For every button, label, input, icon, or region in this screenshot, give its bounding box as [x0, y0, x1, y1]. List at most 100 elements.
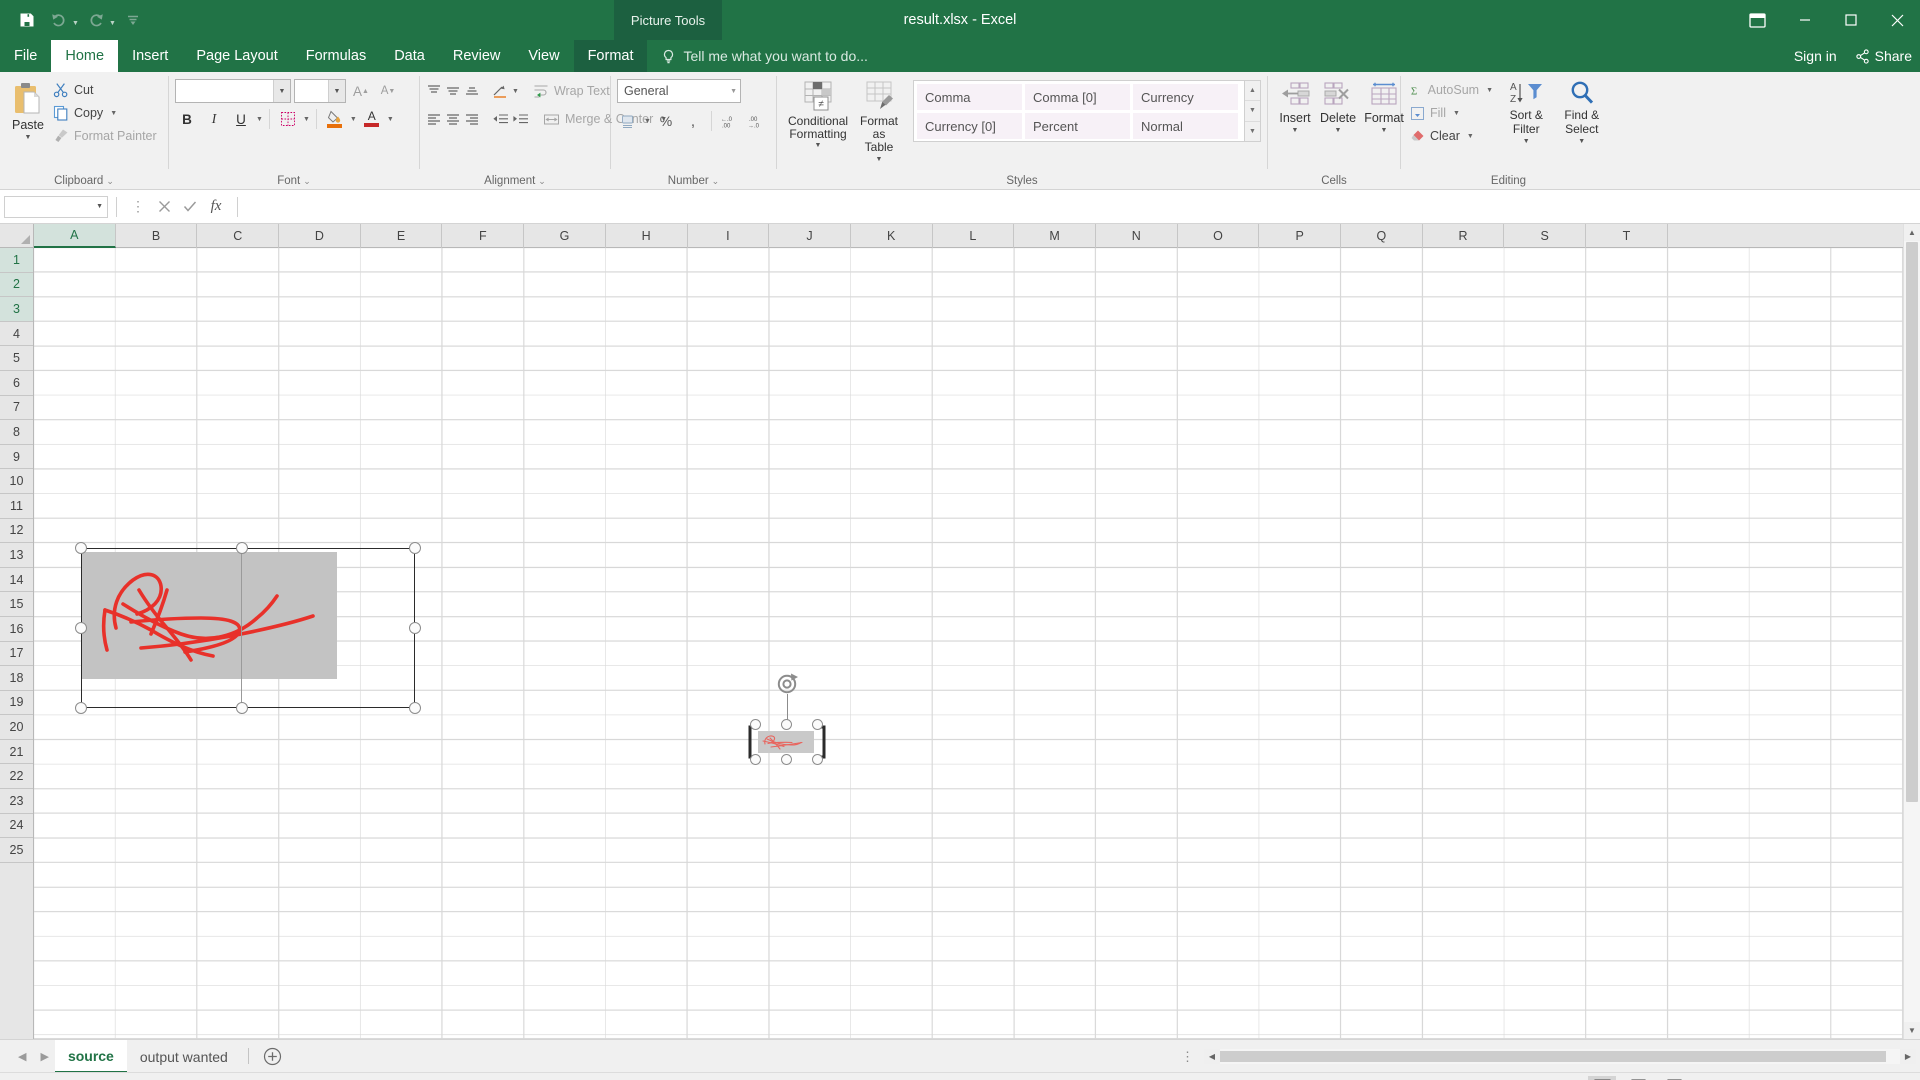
clear-button[interactable]: Clear ▼	[1407, 125, 1499, 147]
number-format-dropdown-icon[interactable]: ▼	[730, 88, 737, 95]
formula-input[interactable]	[246, 196, 1912, 218]
gallery-scroll-up-icon[interactable]: ▲	[1245, 81, 1260, 102]
row-header-5[interactable]: 5	[0, 346, 33, 371]
row-header-9[interactable]: 9	[0, 445, 33, 470]
row-header-12[interactable]: 12	[0, 519, 33, 544]
resize-handle-bottom-center[interactable]	[236, 702, 248, 714]
cell-style-currency-0[interactable]: Currency [0]	[917, 113, 1022, 139]
format-as-table-dropdown-icon[interactable]: ▼	[876, 156, 883, 163]
column-header-t[interactable]: T	[1586, 224, 1668, 248]
font-size-dropdown-icon[interactable]: ▼	[328, 80, 345, 102]
clipboard-dialog-launcher-icon[interactable]: ⌄	[106, 176, 114, 187]
row-header-11[interactable]: 11	[0, 494, 33, 519]
sign-in-link[interactable]: Sign in	[1794, 48, 1837, 64]
format-painter-button[interactable]: Format Painter	[50, 125, 163, 147]
align-bottom-icon[interactable]	[464, 79, 480, 103]
column-header-g[interactable]: G	[524, 224, 606, 248]
close-icon[interactable]	[1874, 0, 1920, 40]
paste-button[interactable]: Paste ▼	[6, 77, 50, 172]
tab-formulas[interactable]: Formulas	[292, 40, 380, 72]
undo-icon[interactable]	[44, 6, 74, 34]
fill-dropdown-icon[interactable]: ▼	[1453, 110, 1460, 117]
insert-cells-dropdown-icon[interactable]: ▼	[1292, 127, 1299, 134]
row-header-10[interactable]: 10	[0, 469, 33, 494]
number-dialog-launcher-icon[interactable]: ⌄	[712, 176, 720, 187]
clear-dropdown-icon[interactable]: ▼	[1467, 133, 1474, 140]
accounting-format-icon[interactable]	[617, 109, 641, 133]
customize-quick-access-toolbar-icon[interactable]	[118, 6, 148, 34]
sort-filter-dropdown-icon[interactable]: ▼	[1523, 138, 1530, 145]
formula-bar-menu-icon[interactable]: ⋮	[125, 198, 151, 215]
tab-format[interactable]: Format	[573, 40, 648, 72]
column-header-a[interactable]: A	[34, 224, 116, 248]
column-header-o[interactable]: O	[1178, 224, 1260, 248]
percent-style-icon[interactable]: %	[654, 109, 678, 133]
column-header-s[interactable]: S	[1504, 224, 1587, 248]
small-resize-handle-top-right[interactable]	[812, 719, 823, 730]
borders-dropdown-icon[interactable]: ▼	[303, 116, 310, 123]
resize-handle-middle-right[interactable]	[409, 622, 421, 634]
cell-style-currency[interactable]: Currency	[1133, 84, 1238, 110]
tab-data[interactable]: Data	[380, 40, 439, 72]
row-header-24[interactable]: 24	[0, 814, 33, 839]
column-header-f[interactable]: F	[442, 224, 525, 248]
number-format-select[interactable]: General ▼	[617, 79, 741, 103]
row-header-23[interactable]: 23	[0, 789, 33, 814]
decrease-decimal-icon[interactable]: .00 →.0	[745, 109, 769, 133]
delete-cells-dropdown-icon[interactable]: ▼	[1335, 127, 1342, 134]
resize-handle-bottom-right[interactable]	[409, 702, 421, 714]
conditional-formatting-button[interactable]: ≠ Conditional Formatting ▼	[783, 78, 853, 151]
increase-decimal-icon[interactable]: ←.0.00	[718, 109, 742, 133]
column-header-h[interactable]: H	[606, 224, 688, 248]
tab-home[interactable]: Home	[51, 40, 119, 72]
autosum-button[interactable]: Σ AutoSum ▼	[1407, 79, 1499, 101]
row-header-15[interactable]: 15	[0, 592, 33, 617]
horizontal-scroll-thumb[interactable]	[1220, 1051, 1886, 1062]
column-header-e[interactable]: E	[361, 224, 443, 248]
minimize-icon[interactable]	[1782, 0, 1828, 40]
cell-style-percent[interactable]: Percent	[1025, 113, 1130, 139]
vertical-scrollbar[interactable]: ▲ ▼	[1903, 224, 1920, 1039]
copy-button[interactable]: Copy ▼	[50, 102, 163, 124]
font-color-icon[interactable]: A	[360, 107, 384, 131]
italic-icon[interactable]: I	[202, 107, 226, 131]
small-resize-handle-top-center[interactable]	[781, 719, 792, 730]
font-dialog-launcher-icon[interactable]: ⌄	[303, 176, 311, 187]
row-header-7[interactable]: 7	[0, 396, 33, 421]
sheet-nav-prev-icon[interactable]: ◀	[18, 1050, 26, 1063]
font-name-dropdown-icon[interactable]: ▼	[273, 80, 290, 102]
picture-small-selection[interactable]	[746, 673, 828, 765]
normal-view-icon[interactable]	[1588, 1075, 1617, 1080]
resize-handle-bottom-left[interactable]	[75, 702, 87, 714]
bold-icon[interactable]: B	[175, 107, 199, 131]
insert-cells-button[interactable]: Insert ▼	[1274, 80, 1316, 172]
copy-dropdown-icon[interactable]: ▼	[110, 110, 117, 117]
cell-styles-scrollbar[interactable]: ▲ ▼ ▼	[1245, 80, 1261, 142]
column-header-k[interactable]: K	[851, 224, 933, 248]
row-header-18[interactable]: 18	[0, 666, 33, 691]
align-left-icon[interactable]	[426, 107, 442, 131]
restore-icon[interactable]	[1828, 0, 1874, 40]
row-header-3[interactable]: 3	[0, 297, 33, 322]
row-header-19[interactable]: 19	[0, 691, 33, 716]
split-handle[interactable]: ⋮	[1172, 1049, 1204, 1065]
font-name-input[interactable]: ▼	[175, 79, 291, 103]
column-header-n[interactable]: N	[1096, 224, 1178, 248]
tab-view[interactable]: View	[514, 40, 573, 72]
decrease-indent-icon[interactable]	[492, 107, 509, 131]
paste-dropdown-icon[interactable]: ▼	[25, 134, 32, 141]
insert-function-icon[interactable]: fx	[203, 198, 229, 215]
increase-indent-icon[interactable]	[512, 107, 529, 131]
vertical-scroll-thumb[interactable]	[1906, 242, 1918, 802]
row-header-2[interactable]: 2	[0, 272, 33, 298]
sort-filter-button[interactable]: A Z Sort & Filter ▼	[1499, 77, 1554, 172]
horizontal-scrollbar[interactable]: ◀ ▶	[1204, 1049, 1916, 1064]
tab-file[interactable]: File	[0, 40, 51, 72]
row-header-25[interactable]: 25	[0, 838, 33, 863]
column-header-p[interactable]: P	[1259, 224, 1341, 248]
share-button[interactable]: Share	[1855, 48, 1912, 64]
small-resize-handle-top-left[interactable]	[750, 719, 761, 730]
rotate-handle-icon[interactable]	[774, 671, 800, 697]
resize-handle-top-right[interactable]	[409, 542, 421, 554]
find-select-button[interactable]: Find & Select ▼	[1554, 77, 1610, 172]
